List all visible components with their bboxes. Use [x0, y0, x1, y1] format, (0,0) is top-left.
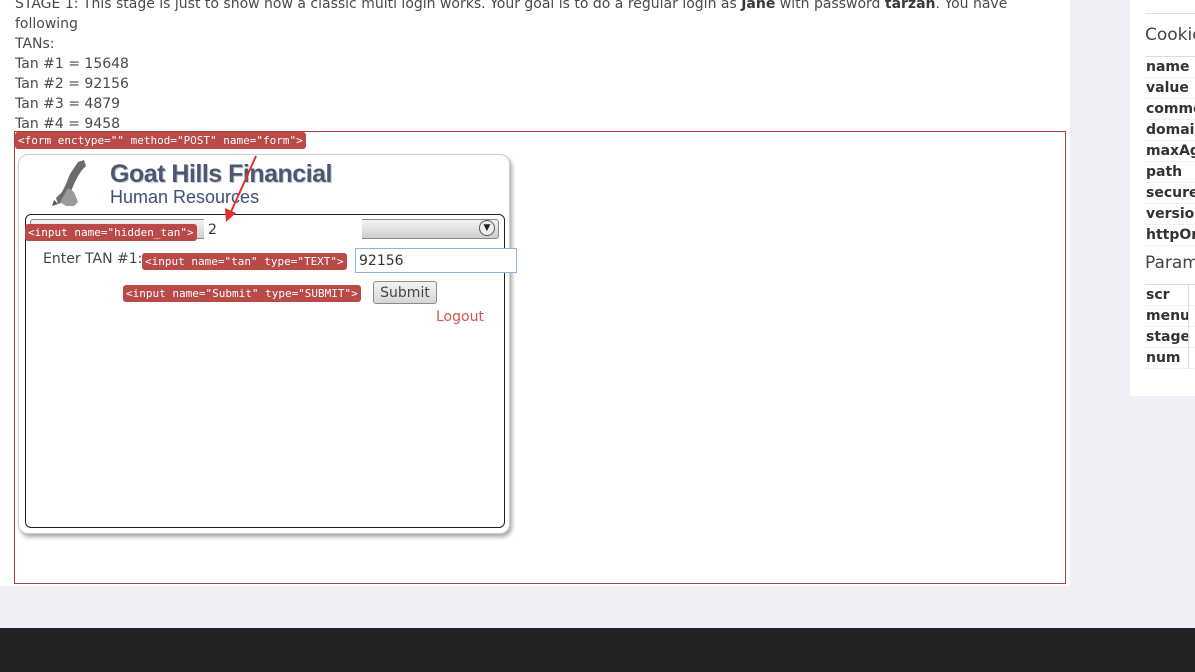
cookie-field: httpOn — [1145, 225, 1195, 246]
submit-tag-label: <input name="Submit" type="SUBMIT"> — [123, 285, 361, 302]
cookie-field: value — [1145, 78, 1195, 99]
cookie-field: path — [1145, 162, 1195, 183]
cookies-heading: Cookie — [1145, 25, 1195, 45]
params-table: scr menu stage num — [1145, 284, 1195, 369]
side-divider — [1145, 13, 1195, 14]
tan-label: Enter TAN #1: — [43, 251, 143, 267]
chevron-down-icon[interactable]: ▼ — [479, 220, 495, 236]
cookie-field: secure — [1145, 183, 1195, 204]
tan-item: Tan #1 = 15648 — [15, 56, 129, 72]
username-hint: Jane — [741, 0, 776, 12]
cookie-field: name — [1145, 57, 1195, 78]
tan-item: Tan #2 = 92156 — [15, 76, 129, 92]
params-heading: Param — [1145, 253, 1195, 273]
cookie-field: maxAg — [1145, 141, 1195, 162]
password-hint: tarzan — [884, 0, 936, 12]
submit-button[interactable]: Submit — [373, 281, 437, 304]
instructions-line-1: STAGE 1: This stage is just to show how … — [15, 0, 1055, 34]
goat-logo-icon — [52, 160, 86, 206]
hidden-tan-tag-label: <input name="hidden_tan"> — [25, 224, 197, 241]
table-divider — [1188, 285, 1189, 369]
instructions-line-2: TANs: — [15, 36, 55, 52]
cookies-table: name value comme domair maxAg path secur… — [1145, 56, 1195, 246]
tan-input[interactable] — [355, 248, 517, 273]
cookie-field: domair — [1145, 120, 1195, 141]
cookie-field: comme — [1145, 99, 1195, 120]
red-arrow-annotation — [225, 155, 257, 222]
cookie-field: versior — [1145, 204, 1195, 225]
form-tag-label: <form enctype="" method="POST" name="for… — [15, 132, 306, 149]
tan-item: Tan #3 = 4879 — [15, 96, 121, 112]
logout-link[interactable]: Logout — [436, 309, 484, 325]
page-footer — [0, 628, 1195, 672]
tan-tag-label: <input name="tan" type="TEXT"> — [142, 253, 347, 270]
